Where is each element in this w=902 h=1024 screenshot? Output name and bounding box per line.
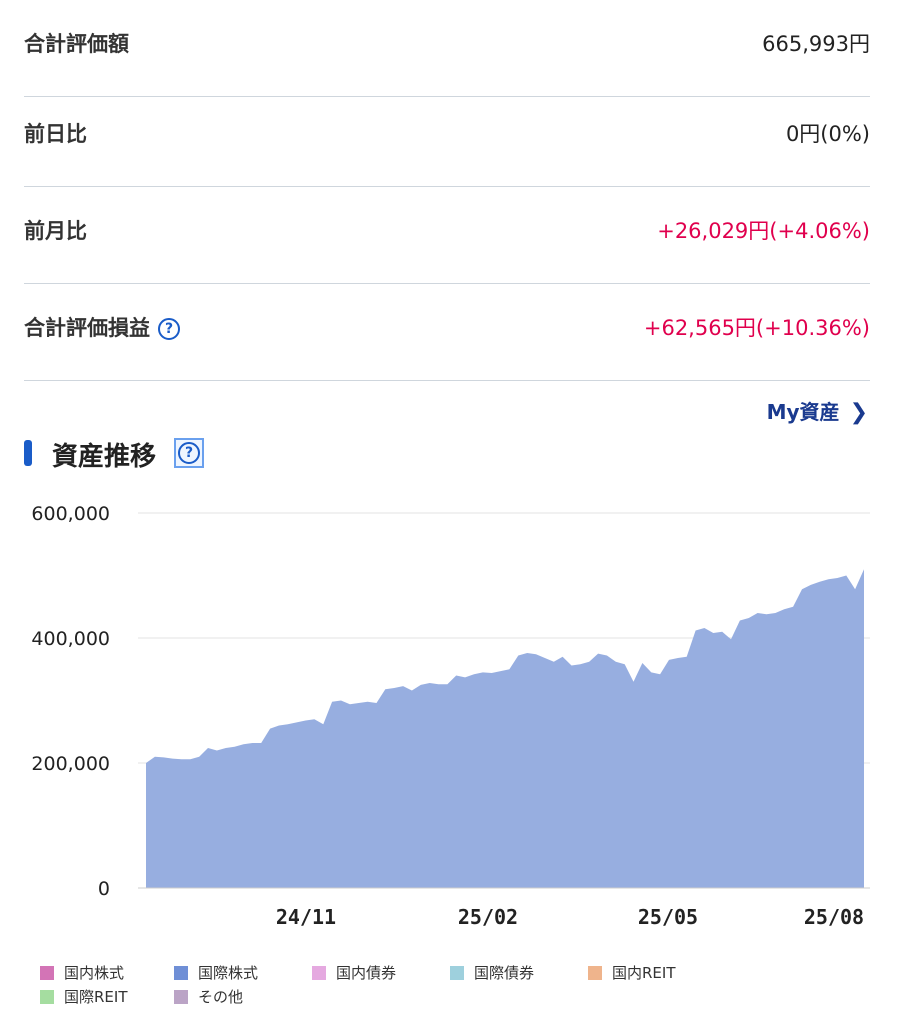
x-tick-label: 25/08 [804,905,864,929]
legend-label: 国際REIT [64,988,128,1006]
y-tick-label: 600,000 [31,503,110,525]
month-change-amount: +26,029円(+4.06%) [657,219,870,243]
legend-swatch [312,966,326,980]
total-pl-label-text: 合計評価損益 [24,316,150,340]
y-tick-label: 400,000 [31,628,110,650]
legend-label: 国内REIT [612,964,676,982]
help-icon: ? [178,442,200,464]
total-pl-amount: +62,565円(+10.36%) [643,316,870,340]
total-pl-label: 合計評価損益? [24,312,180,342]
day-change-row: 前日比 0円(0%) [24,90,870,187]
y-tick-label: 200,000 [31,753,110,775]
legend-item: その他 [174,986,243,1007]
x-tick-label: 25/05 [638,905,698,929]
legend-label: 国内債券 [336,964,397,982]
month-change-row: 前月比 +26,029円(+4.06%) [24,187,870,284]
y-tick-label: 0 [98,878,110,900]
chevron-right-icon: ❯ [849,400,868,425]
total-value-row: 合計評価額 665,993円 [24,0,870,97]
total-value-amount: 665,993円 [762,32,870,56]
my-assets-label: My資産 [766,400,840,424]
legend-swatch [588,966,602,980]
legend-item: 国際株式 [174,962,258,983]
legend-swatch [174,966,188,980]
day-change-amount: 0円(0%) [785,122,870,146]
month-change-label: 前月比 [24,219,87,243]
legend-swatch [174,990,188,1004]
legend-item: 国際REIT [40,986,128,1007]
help-icon[interactable]: ? [158,318,180,340]
legend-label: 国際株式 [198,964,259,982]
legend-item: 国際債券 [450,962,534,983]
day-change-label: 前日比 [24,122,87,146]
legend-swatch [40,990,54,1004]
section-accent-bar [24,440,32,466]
legend-swatch [40,966,54,980]
x-tick-label: 24/11 [276,905,336,929]
my-assets-link[interactable]: My資産 ❯ [767,396,868,425]
asset-history-help-button[interactable]: ? [174,438,204,468]
legend-label: その他 [198,988,244,1006]
legend-item: 国内株式 [40,962,124,983]
total-value-label: 合計評価額 [24,32,129,56]
asset-history-chart: 0 200,000 400,000 600,000 24/11 25/02 25/05 25/… [31,503,870,929]
x-tick-label: 25/02 [458,905,518,929]
section-title-text: 資産推移 [52,442,157,472]
legend-item: 国内債券 [312,962,396,983]
legend-item: 国内REIT [588,962,676,983]
legend-label: 国際債券 [474,964,535,982]
total-pl-row: 合計評価損益? +62,565円(+10.36%) [24,284,870,381]
legend-swatch [450,966,464,980]
legend-label: 国内株式 [64,964,125,982]
series-area-international-stocks [146,569,864,888]
